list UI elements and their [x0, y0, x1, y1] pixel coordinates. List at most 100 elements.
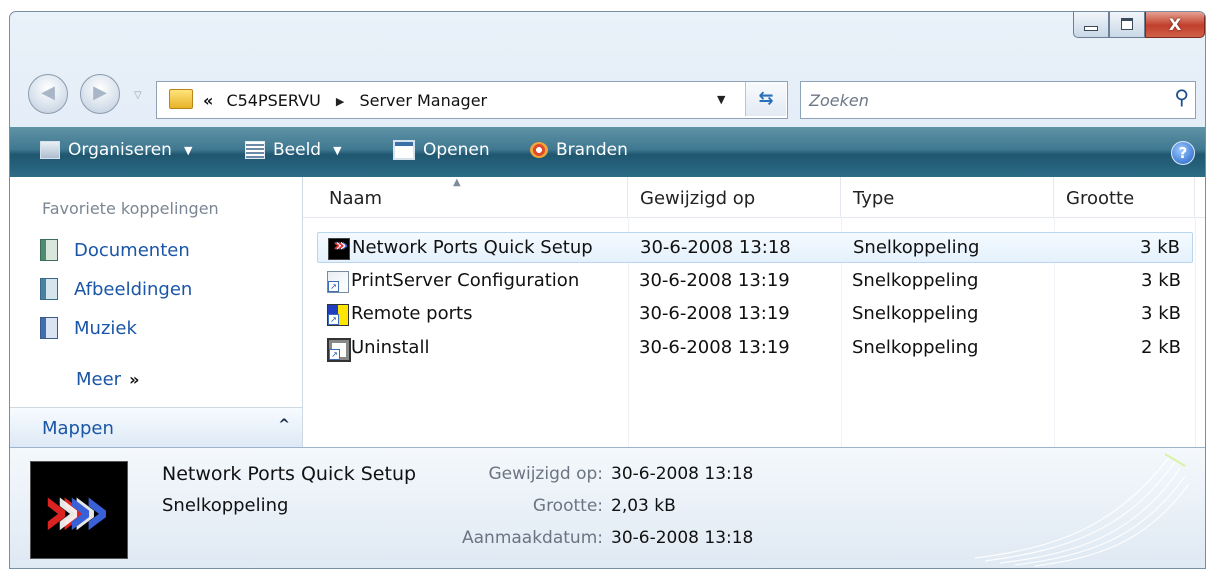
column-divider: [1195, 217, 1196, 447]
shortcut-arrow-icon: ↗: [329, 349, 340, 360]
view-label: Beeld: [273, 140, 322, 160]
column-header-row: Naam ▲ Gewijzigd op Type Grootte: [303, 177, 1205, 218]
breadcrumb: « C54PSERVU ▶ Server Manager: [203, 91, 487, 110]
burn-disc-icon: [530, 142, 548, 158]
sidebar-item-documenten[interactable]: Documenten: [40, 239, 190, 261]
view-button[interactable]: Beeld ▼: [245, 140, 342, 160]
file-row-printserver-configuration[interactable]: ↗ PrintServer Configuration 30-6-2008 13…: [317, 266, 1193, 297]
breadcrumb-separator-icon[interactable]: ▶: [336, 95, 344, 108]
column-header-modified[interactable]: Gewijzigd op: [628, 177, 841, 217]
help-icon[interactable]: ?: [1171, 141, 1195, 165]
file-size: 3 kB: [1141, 303, 1181, 324]
details-size-label: Grootte:: [532, 496, 603, 516]
sidebar-item-label: Afbeeldingen: [74, 278, 193, 300]
file-list: Naam ▲ Gewijzigd op Type Grootte Network…: [303, 177, 1205, 447]
address-bar[interactable]: « C54PSERVU ▶ Server Manager ▼ ⇆: [156, 81, 788, 119]
organize-button[interactable]: Organiseren ▼: [40, 140, 192, 160]
file-type: Snelkoppeling: [852, 270, 979, 291]
open-label: Openen: [423, 140, 490, 160]
file-type: Snelkoppeling: [853, 237, 980, 258]
search-icon[interactable]: ⚲: [1174, 85, 1189, 109]
column-header-type[interactable]: Type: [841, 177, 1054, 217]
file-modified: 30-6-2008 13:19: [639, 303, 790, 324]
shortcut-arrow-icon: ↗: [328, 281, 339, 292]
sidebar-item-label: Documenten: [74, 239, 190, 261]
file-row-remote-ports[interactable]: ↗ Remote ports 30-6-2008 13:19 Snelkoppe…: [317, 299, 1193, 330]
maximize-button[interactable]: [1109, 12, 1145, 38]
column-header-size[interactable]: Grootte: [1054, 177, 1195, 217]
breadcrumb-overflow[interactable]: «: [203, 91, 213, 110]
refresh-button[interactable]: ⇆: [745, 82, 786, 116]
file-size: 2 kB: [1141, 337, 1181, 358]
search-box[interactable]: Zoeken ⚲: [800, 81, 1196, 119]
sort-ascending-icon: ▲: [453, 177, 461, 188]
back-button[interactable]: ◀: [28, 74, 68, 114]
selected-file-thumbnail-icon: » » »: [30, 461, 128, 559]
details-file-type: Snelkoppeling: [162, 495, 289, 516]
folders-label: Mappen: [42, 418, 114, 439]
minimize-button[interactable]: [1073, 12, 1109, 38]
file-size: 3 kB: [1141, 270, 1181, 291]
file-name: Network Ports Quick Setup: [352, 237, 593, 258]
details-modified-label: Gewijzigd op:: [488, 464, 603, 484]
command-bar: Organiseren ▼ Beeld ▼ Openen Branden ?: [10, 127, 1205, 177]
explorer-window: X ◀ ▶ ▽ « C54PSERVU ▶ Server Manager ▼ ⇆…: [9, 11, 1206, 569]
close-button[interactable]: X: [1145, 12, 1205, 38]
back-arrow-icon: ◀: [41, 82, 55, 103]
pictures-library-icon: [40, 278, 58, 300]
organize-icon: [40, 141, 60, 159]
favorites-title: Favoriete koppelingen: [42, 199, 219, 218]
sidebar-item-muziek[interactable]: Muziek: [40, 317, 137, 339]
breadcrumb-c54pservu[interactable]: C54PSERVU: [226, 91, 320, 110]
navigation-pane: Favoriete koppelingen Documenten Afbeeld…: [10, 177, 303, 448]
details-created-label: Aanmaakdatum:: [462, 528, 603, 548]
sidebar-item-label: Muziek: [74, 317, 137, 339]
details-modified-value: 30-6-2008 13:18: [611, 464, 754, 484]
network-ports-shortcut-icon: [328, 235, 350, 260]
details-created-value: 30-6-2008 13:18: [611, 528, 754, 548]
printserver-shortcut-icon: ↗: [327, 271, 349, 293]
file-modified: 30-6-2008 13:19: [639, 337, 790, 358]
address-dropdown-icon[interactable]: ▼: [717, 93, 725, 106]
remote-ports-shortcut-icon: ↗: [327, 304, 349, 326]
details-file-name: Network Ports Quick Setup: [162, 463, 417, 485]
burn-button[interactable]: Branden: [530, 140, 628, 160]
file-row-uninstall[interactable]: ↗ Uninstall 30-6-2008 13:19 Snelkoppelin…: [317, 333, 1193, 364]
file-name: PrintServer Configuration: [351, 270, 580, 291]
file-size: 3 kB: [1140, 237, 1180, 258]
column-header-name[interactable]: Naam: [317, 177, 628, 217]
close-icon: X: [1168, 14, 1182, 34]
minimize-icon: [1084, 26, 1098, 31]
details-pane: » » » Network Ports Quick Setup Snelkopp…: [10, 447, 1205, 568]
file-modified: 30-6-2008 13:19: [639, 270, 790, 291]
file-row-network-ports-quick-setup[interactable]: Network Ports Quick Setup 30-6-2008 13:1…: [317, 232, 1193, 263]
forward-button[interactable]: ▶: [80, 74, 120, 114]
breadcrumb-server-manager[interactable]: Server Manager: [359, 91, 487, 110]
forward-arrow-icon: ▶: [93, 82, 107, 103]
folders-toggle[interactable]: Mappen ^: [10, 407, 302, 448]
more-label: Meer: [76, 369, 122, 390]
open-button[interactable]: Openen: [393, 140, 490, 160]
dropdown-arrow-icon: ▼: [183, 143, 193, 157]
uninstall-shortcut-icon: ↗: [327, 338, 351, 362]
file-name: Uninstall: [351, 337, 430, 358]
chevron-up-icon: ^: [278, 417, 290, 433]
file-modified: 30-6-2008 13:18: [640, 237, 791, 258]
burn-label: Branden: [556, 140, 628, 160]
details-size-value: 2,03 kB: [611, 496, 676, 516]
decorative-swoosh-icon: [974, 453, 1190, 567]
documents-library-icon: [40, 239, 58, 261]
sidebar-item-afbeeldingen[interactable]: Afbeeldingen: [40, 278, 192, 300]
maximize-icon: [1121, 18, 1133, 30]
blue-chevron-icon: »: [65, 468, 112, 552]
refresh-icon: ⇆: [758, 88, 774, 109]
caption-buttons: X: [1073, 12, 1205, 38]
more-link[interactable]: Meer »: [76, 369, 139, 390]
double-chevron-icon: »: [129, 370, 140, 389]
view-icon: [245, 141, 265, 159]
content-area: Favoriete koppelingen Documenten Afbeeld…: [10, 177, 1205, 448]
recent-pages-dropdown[interactable]: ▽: [134, 90, 142, 101]
open-icon: [393, 140, 415, 160]
music-library-icon: [40, 317, 58, 339]
search-input[interactable]: Zoeken: [809, 91, 869, 110]
